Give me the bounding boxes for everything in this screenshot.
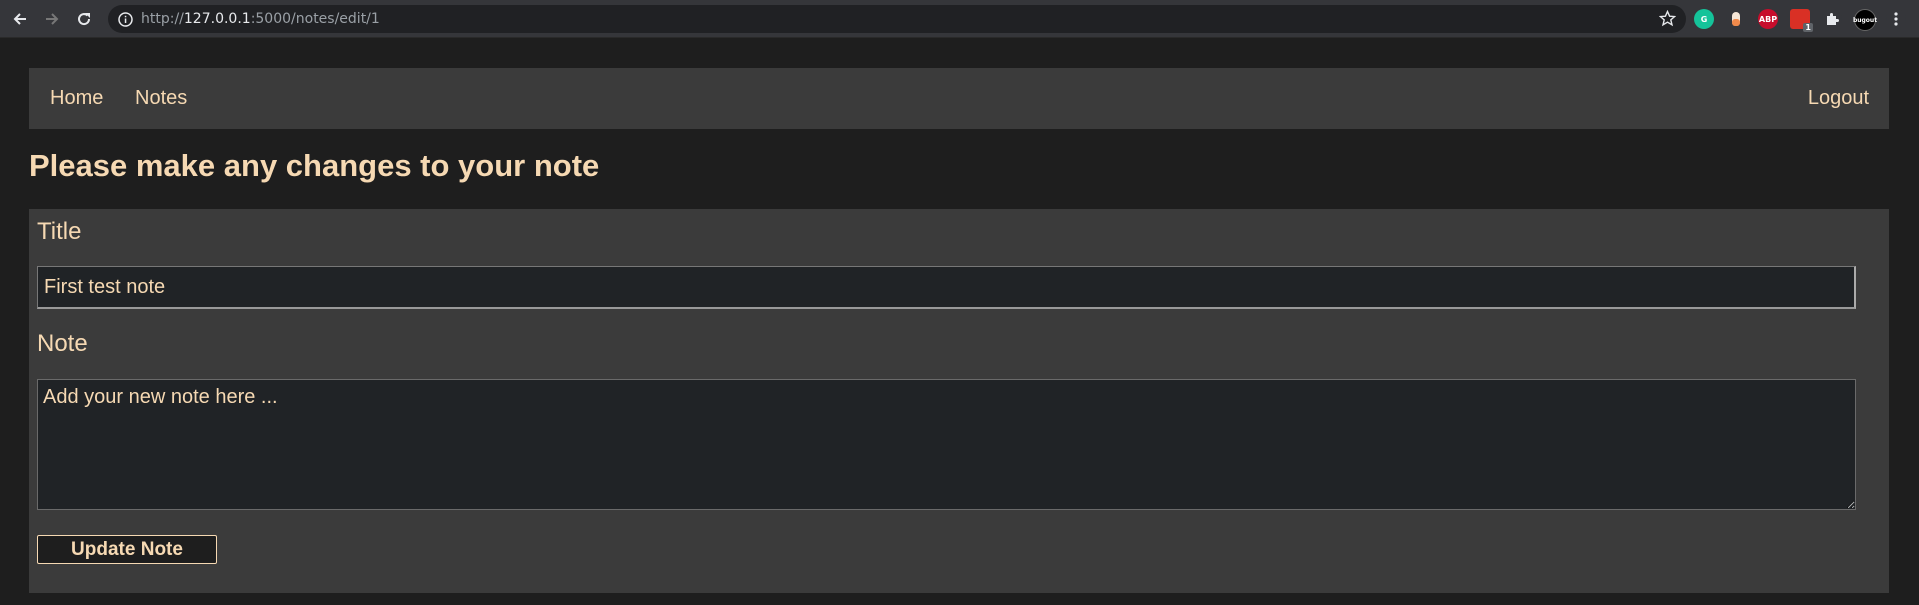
top-navbar: Home Notes Logout: [29, 68, 1889, 129]
grammarly-icon[interactable]: G: [1694, 9, 1714, 29]
bookmark-star-icon[interactable]: [1659, 10, 1676, 27]
note-label: Note: [37, 330, 88, 357]
reload-icon[interactable]: [73, 8, 95, 30]
url-path: :5000/notes/edit/1: [250, 11, 380, 27]
update-note-button[interactable]: Update Note: [37, 535, 217, 564]
extension-badge: 1: [1803, 23, 1813, 32]
back-icon[interactable]: [9, 8, 31, 30]
adblock-plus-icon[interactable]: ABP: [1758, 9, 1778, 29]
url-prefix: http://: [141, 11, 184, 27]
address-bar[interactable]: http://127.0.0.1:5000/notes/edit/1: [108, 5, 1686, 33]
browser-toolbar: http://127.0.0.1:5000/notes/edit/1 G ABP…: [0, 0, 1919, 38]
title-input[interactable]: [37, 266, 1856, 309]
puzzle-extensions-icon[interactable]: [1822, 9, 1842, 29]
url-host: 127.0.0.1: [183, 11, 251, 27]
note-textarea[interactable]: [37, 379, 1856, 510]
menu-kebab-icon[interactable]: [1886, 9, 1906, 29]
page-title: Please make any changes to your note: [29, 148, 600, 183]
site-info-icon[interactable]: [118, 11, 133, 27]
title-label: Title: [37, 218, 82, 245]
extension-pill-icon[interactable]: [1726, 9, 1746, 29]
nav-notes-link[interactable]: Notes: [135, 87, 187, 110]
forward-icon[interactable]: [41, 8, 63, 30]
nav-logout-link[interactable]: Logout: [1808, 87, 1869, 110]
red-extension-icon[interactable]: 1: [1790, 9, 1813, 32]
edit-note-form: Title Note Update Note: [29, 209, 1889, 593]
nav-home-link[interactable]: Home: [50, 87, 103, 110]
profile-avatar-icon[interactable]: bugout: [1853, 9, 1877, 31]
